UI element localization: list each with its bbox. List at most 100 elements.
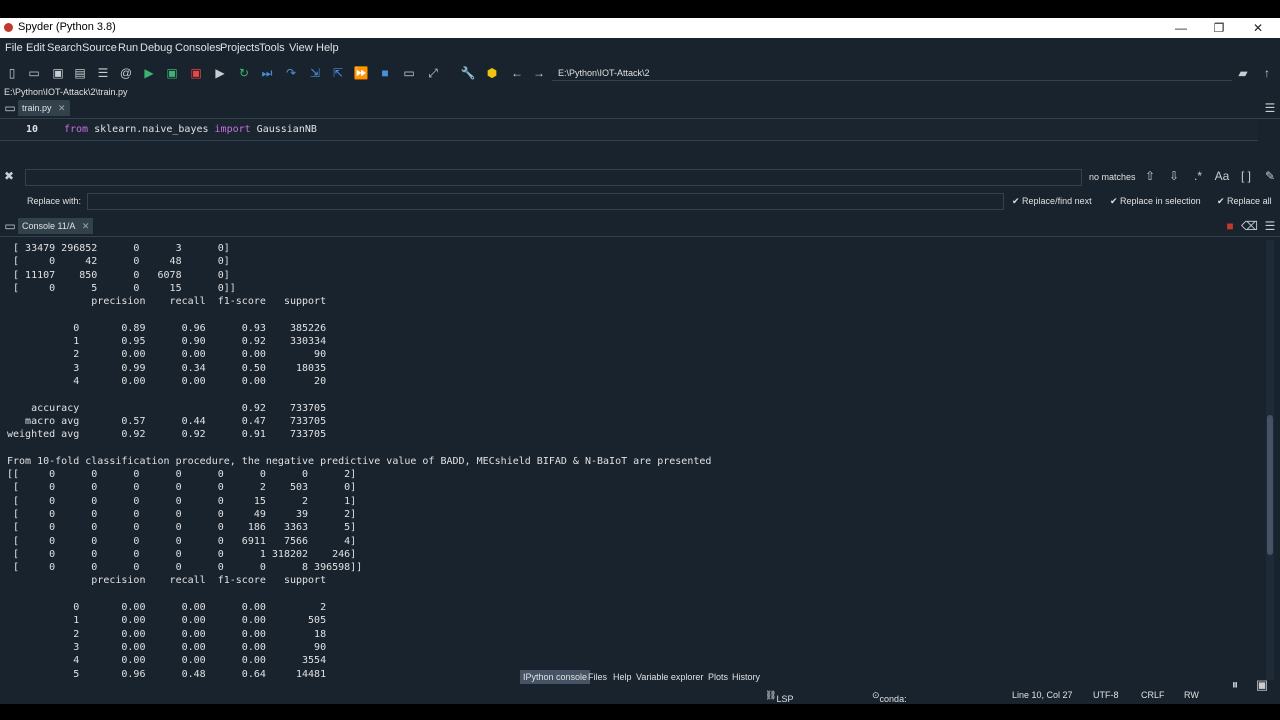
step-into-icon[interactable]: ⇲ xyxy=(307,65,323,81)
preferences-icon[interactable]: 🔧 xyxy=(460,65,476,81)
maximize-pane-icon[interactable]: ▭ xyxy=(401,65,417,81)
console-options-icon[interactable]: ☰ xyxy=(1262,218,1278,234)
rerun-icon[interactable]: ↻ xyxy=(236,65,252,81)
tab-train-py[interactable]: train.py ✕ xyxy=(18,100,70,116)
save-icon[interactable]: ▣ xyxy=(50,65,66,81)
close-find-icon[interactable]: ✖ xyxy=(1,168,17,184)
tab-variable-explorer[interactable]: Variable explorer xyxy=(633,670,706,684)
back-icon[interactable]: ← xyxy=(509,65,525,81)
menu-tools[interactable]: Tools xyxy=(259,42,285,54)
cursor-position: Line 10, Col 27 xyxy=(1012,690,1073,700)
working-directory-field[interactable]: E:\Python\IOT-Attack\2 xyxy=(552,65,1232,81)
step-return-icon[interactable]: ⇱ xyxy=(330,65,346,81)
find-replace-bar: ✖ no matches ⇧ ⇩ .* Aa [ ] ✎ Replace wit… xyxy=(0,166,1280,216)
close-button[interactable]: ✕ xyxy=(1243,20,1273,36)
menu-debug[interactable]: Debug xyxy=(140,42,172,54)
code-keyword-from: from xyxy=(64,124,89,135)
status-bar: ⛓ LSP Python: ready ⊙ conda: base (Pytho… xyxy=(0,686,1280,704)
interrupt-kernel-icon[interactable]: ■ xyxy=(1222,218,1238,234)
tab-help[interactable]: Help xyxy=(610,670,635,684)
conda-status-text: conda: base (Python 3.8.5) xyxy=(879,694,907,704)
tab-files[interactable]: Files xyxy=(585,670,610,684)
menu-file[interactable]: File xyxy=(5,42,23,54)
menu-help[interactable]: Help xyxy=(316,42,339,54)
outline-icon[interactable]: ☰ xyxy=(95,65,111,81)
replace-label: Replace with: xyxy=(27,196,82,206)
main-toolbar: ▯ ▭ ▣ ▤ ☰ @ ▶ ▣ ▣ ▶ ↻ ⏭ ↷ ⇲ ⇱ ⏩ ■ ▭ ⤢ 🔧 … xyxy=(0,59,1280,87)
menu-consoles[interactable]: Consoles xyxy=(175,42,221,54)
new-file-icon[interactable]: ▯ xyxy=(4,65,20,81)
python-path-icon[interactable]: ⬢ xyxy=(484,65,500,81)
clear-console-icon[interactable]: ⌫ xyxy=(1241,218,1258,234)
run-cell-advance-icon[interactable]: ▣ xyxy=(188,65,204,81)
replace-all-label: Replace all xyxy=(1227,196,1272,206)
scrollbar-thumb[interactable] xyxy=(1267,415,1273,555)
menu-edit[interactable]: Edit xyxy=(26,42,45,54)
open-file-icon[interactable]: ▭ xyxy=(26,65,42,81)
spyder-logo-icon xyxy=(4,23,13,32)
regex-icon[interactable]: .* xyxy=(1190,168,1206,184)
code-name: GaussianNB xyxy=(250,124,317,135)
code-line[interactable]: 10 from sklearn.naive_bayes import Gauss… xyxy=(0,120,1258,141)
menu-source[interactable]: Source xyxy=(82,42,117,54)
search-input[interactable] xyxy=(25,169,1082,186)
fullscreen-icon[interactable]: ⤢ xyxy=(425,65,441,81)
menu-bar: File Edit Search Source Run Debug Consol… xyxy=(0,38,1280,59)
window-title: Spyder (Python 3.8) xyxy=(18,21,116,33)
options-menu-icon[interactable]: ☰ xyxy=(1262,100,1278,116)
stop-debug-icon[interactable]: ■ xyxy=(377,65,393,81)
file-encoding: UTF-8 xyxy=(1093,690,1119,700)
tab-plots[interactable]: Plots xyxy=(705,670,731,684)
run-selection-icon[interactable]: ▶ xyxy=(212,65,228,81)
debug-icon[interactable]: ⏭ xyxy=(259,65,275,81)
highlight-icon[interactable]: ✎ xyxy=(1262,168,1278,184)
close-console-tab-icon[interactable]: ✕ xyxy=(82,218,90,234)
save-all-icon[interactable]: ▤ xyxy=(72,65,88,81)
conda-status: ⊙ conda: base (Python 3.8.5) xyxy=(872,690,907,704)
forward-icon[interactable]: → xyxy=(531,65,547,81)
tab-ipython-console[interactable]: IPython console xyxy=(520,670,591,684)
parent-dir-icon[interactable]: ↑ xyxy=(1259,65,1275,81)
replace-in-selection-button[interactable]: ✔ Replace in selection xyxy=(1110,196,1201,207)
console-scrollbar[interactable] xyxy=(1266,240,1274,680)
menu-projects[interactable]: Projects xyxy=(220,42,260,54)
run-cell-icon[interactable]: ▣ xyxy=(164,65,180,81)
replace-input[interactable] xyxy=(87,193,1004,210)
browse-console-tabs-icon[interactable]: ▭ xyxy=(2,218,18,234)
match-status: no matches xyxy=(1089,172,1136,182)
title-bar: Spyder (Python 3.8) — ❐ ✕ xyxy=(0,18,1280,38)
replace-all-button[interactable]: ✔ Replace all xyxy=(1217,196,1272,207)
menu-run[interactable]: Run xyxy=(118,42,138,54)
whole-word-icon[interactable]: [ ] xyxy=(1238,168,1254,184)
tab-console[interactable]: Console 11/A ✕ xyxy=(18,218,94,234)
lsp-status: ⛓ LSP Python: ready xyxy=(765,690,793,704)
pane-tab-bar: IPython console Files Help Variable expl… xyxy=(0,668,1280,686)
editor-file-path: E:\Python\IOT-Attack\2\train.py xyxy=(4,87,128,97)
close-tab-icon[interactable]: ✕ xyxy=(58,100,66,116)
browse-folder-icon[interactable]: ▰ xyxy=(1235,65,1251,81)
case-sensitive-icon[interactable]: Aa xyxy=(1214,168,1230,184)
ipython-console-pane: ▭ Console 11/A ✕ ■ ⌫ ☰ [ 33479 296852 0 … xyxy=(0,216,1280,686)
step-icon[interactable]: ↷ xyxy=(283,65,299,81)
tab-history[interactable]: History xyxy=(729,670,763,684)
find-next-icon[interactable]: ⇩ xyxy=(1166,168,1182,184)
console-output[interactable]: [ 33479 296852 0 3 0] [ 0 42 0 48 0] [ 1… xyxy=(7,242,711,681)
restore-button[interactable]: ❐ xyxy=(1204,20,1234,36)
browse-tabs-icon[interactable]: ▭ xyxy=(2,100,18,116)
replace-find-next-label: Replace/find next xyxy=(1022,196,1092,206)
find-previous-icon[interactable]: ⇧ xyxy=(1142,168,1158,184)
at-icon[interactable]: @ xyxy=(118,65,134,81)
replace-find-next-button[interactable]: ✔ Replace/find next xyxy=(1012,196,1092,207)
continue-icon[interactable]: ⏩ xyxy=(353,65,369,81)
code-text[interactable]: from sklearn.naive_bayes import Gaussian… xyxy=(64,124,317,135)
minimize-button[interactable]: — xyxy=(1166,20,1196,36)
code-keyword-import: import xyxy=(214,124,251,135)
spyder-window: Spyder (Python 3.8) — ❐ ✕ File Edit Sear… xyxy=(0,18,1280,704)
replace-in-selection-label: Replace in selection xyxy=(1120,196,1201,206)
menu-view[interactable]: View xyxy=(289,42,313,54)
console-tab-label: Console 11/A xyxy=(22,221,76,231)
run-icon[interactable]: ▶ xyxy=(141,65,157,81)
menu-search[interactable]: Search xyxy=(47,42,82,54)
code-module: sklearn.naive_bayes xyxy=(88,124,215,135)
editor-tab-bar: ▭ train.py ✕ ☰ xyxy=(0,98,1280,119)
